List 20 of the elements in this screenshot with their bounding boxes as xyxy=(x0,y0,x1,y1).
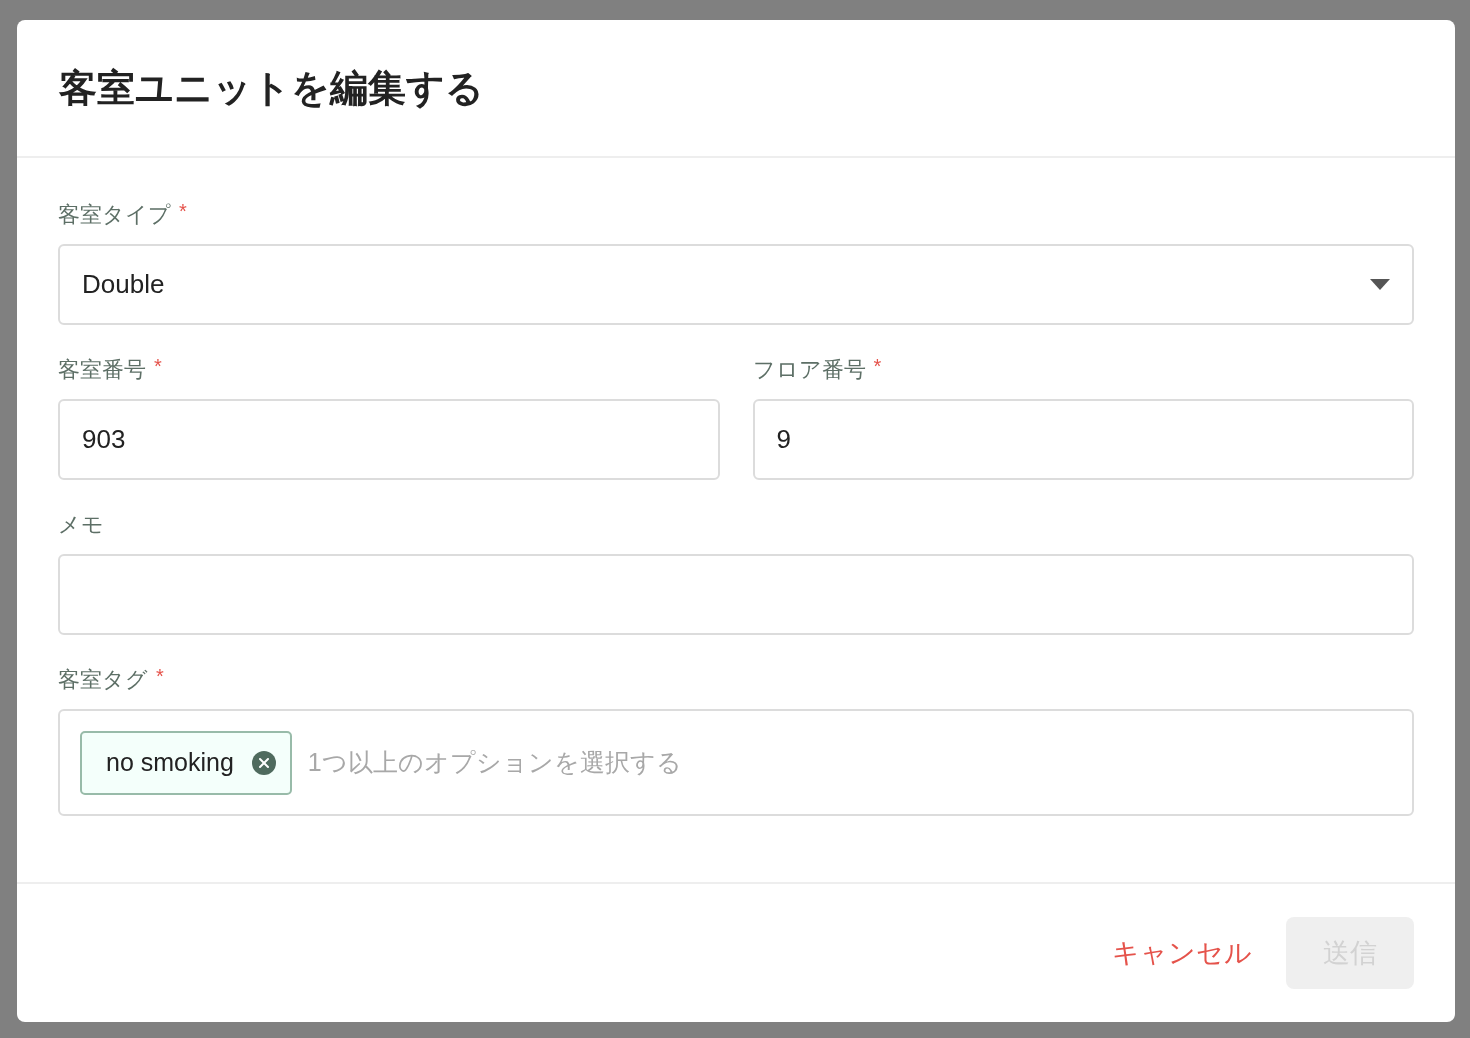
placeholder-text: 1つ以上のオプションを選択する xyxy=(307,746,682,778)
input-field[interactable]: 903 xyxy=(58,399,720,480)
select-field[interactable]: Double xyxy=(58,244,1414,325)
cancel-button[interactable]: キャンセル xyxy=(1112,932,1252,974)
dialog-title: 客室ユニットを編集する xyxy=(59,65,484,111)
remove-tag-icon[interactable] xyxy=(251,750,276,775)
field-label: 客室タグ xyxy=(58,666,148,694)
required-mark: * xyxy=(179,200,187,222)
field-label: フロア番号 xyxy=(752,356,866,384)
tag-label: no smoking xyxy=(106,746,234,778)
required-mark: * xyxy=(154,355,162,377)
tag-select-field[interactable]: no smoking 1つ以上のオプションを選択する xyxy=(58,709,1414,816)
field-label: 客室タイプ xyxy=(58,201,171,229)
required-mark: * xyxy=(873,355,882,377)
required-mark: * xyxy=(156,665,164,687)
input-field[interactable] xyxy=(58,554,1414,635)
field-label: 客室番号 xyxy=(58,356,146,384)
dropdown-caret-icon xyxy=(1370,278,1390,291)
input-field[interactable]: 9 xyxy=(752,399,1414,480)
field-label: メモ xyxy=(58,511,104,539)
